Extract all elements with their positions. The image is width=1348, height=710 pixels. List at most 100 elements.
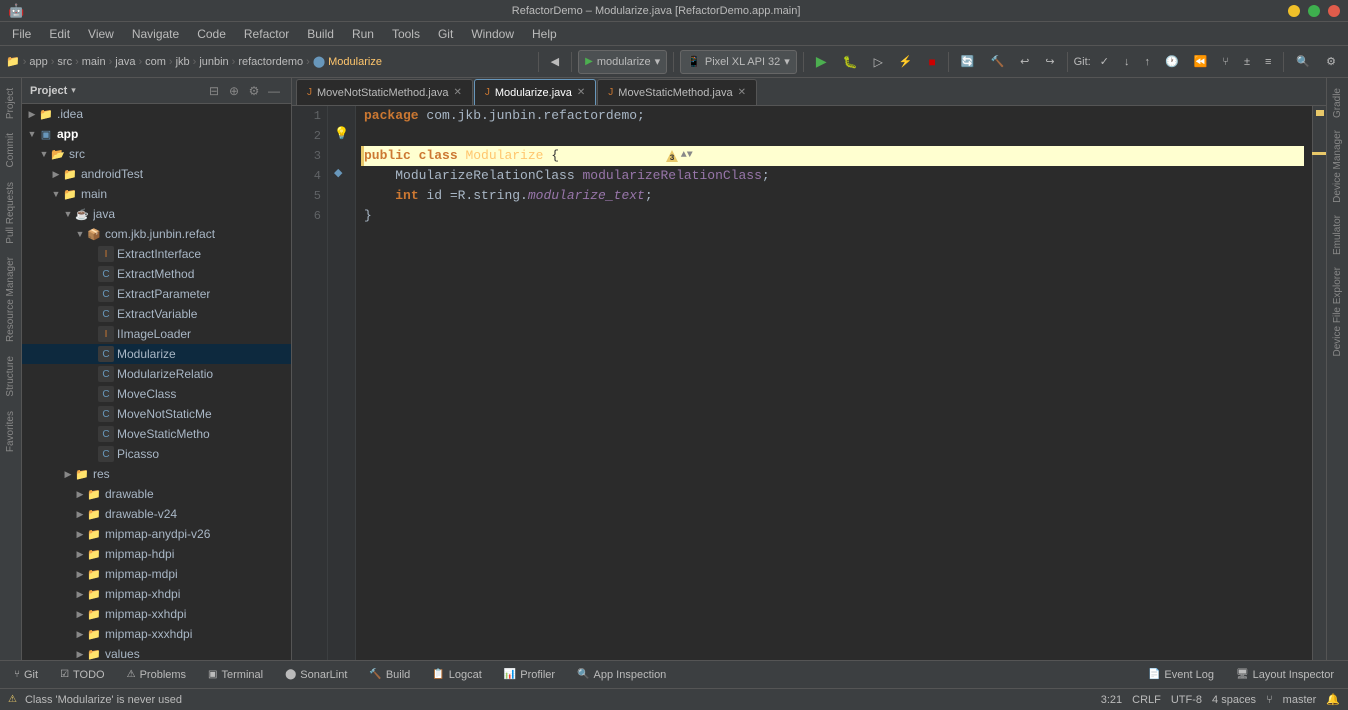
tree-item-androidtest[interactable]: ▶ 📁 androidTest xyxy=(22,164,291,184)
tab-modularize[interactable]: J Modularize.java ✕ xyxy=(474,79,596,105)
git-push-button[interactable]: ↑ xyxy=(1138,50,1156,74)
bulb-icon[interactable]: 💡 xyxy=(334,126,349,140)
tree-item-extractvariable[interactable]: C ExtractVariable xyxy=(22,304,291,324)
tree-item-java[interactable]: ▼ ☕ java xyxy=(22,204,291,224)
bottom-tab-logcat[interactable]: 📋 Logcat xyxy=(422,663,491,687)
editor-scrollbar[interactable] xyxy=(1312,106,1326,660)
settings-gear-button[interactable]: — xyxy=(265,82,283,100)
tree-item-mipmap-hdpi[interactable]: ▶ 📁 mipmap-hdpi xyxy=(22,544,291,564)
gradle-panel-toggle[interactable]: Gradle xyxy=(1330,82,1345,124)
bc-main[interactable]: main xyxy=(82,56,106,68)
close-button[interactable] xyxy=(1328,5,1340,17)
line-ending[interactable]: CRLF xyxy=(1132,694,1161,706)
bottom-tab-eventlog[interactable]: 📄 Event Log xyxy=(1138,663,1224,687)
minimize-button[interactable] xyxy=(1288,5,1300,17)
code-content[interactable]: package com.jkb.junbin.refactordemo; pub… xyxy=(356,106,1312,660)
options-button[interactable]: ⚙ xyxy=(245,82,263,100)
git-branch-name[interactable]: master xyxy=(1283,694,1317,706)
menu-navigate[interactable]: Navigate xyxy=(124,25,187,43)
menu-refactor[interactable]: Refactor xyxy=(236,25,297,43)
tree-item-src[interactable]: ▼ 📂 src xyxy=(22,144,291,164)
maximize-button[interactable] xyxy=(1308,5,1320,17)
bc-app[interactable]: app xyxy=(29,56,47,68)
settings-button[interactable]: ⚙ xyxy=(1320,50,1342,74)
debug-button[interactable]: 🐛 xyxy=(837,50,864,74)
git-diff-button[interactable]: ± xyxy=(1238,50,1256,74)
tree-item-main[interactable]: ▼ 📁 main xyxy=(22,184,291,204)
tree-item-mipmap-mdpi[interactable]: ▶ 📁 mipmap-mdpi xyxy=(22,564,291,584)
bc-jkb[interactable]: jkb xyxy=(176,56,190,68)
tab-close-1[interactable]: ✕ xyxy=(453,87,461,98)
git-commit-button[interactable]: ✓ xyxy=(1094,50,1115,74)
menu-help[interactable]: Help xyxy=(524,25,565,43)
menu-edit[interactable]: Edit xyxy=(41,25,78,43)
menu-view[interactable]: View xyxy=(80,25,122,43)
tree-item-extractparameter[interactable]: C ExtractParameter xyxy=(22,284,291,304)
run-button[interactable]: ▶ xyxy=(810,50,833,74)
tree-item-iimageloader[interactable]: I IImageLoader xyxy=(22,324,291,344)
sync-button[interactable]: 🔄 xyxy=(955,50,981,74)
bottom-tab-git[interactable]: ⑂ Git xyxy=(4,663,48,687)
bottom-tab-problems[interactable]: ⚠ Problems xyxy=(117,663,196,687)
indent[interactable]: 4 spaces xyxy=(1212,694,1256,706)
tree-item-mipmap-xhdpi[interactable]: ▶ 📁 mipmap-xhdpi xyxy=(22,584,291,604)
menu-file[interactable]: File xyxy=(4,25,39,43)
favorites-toggle[interactable]: Favorites xyxy=(3,405,18,458)
build-button[interactable]: 🔨 xyxy=(984,50,1010,74)
tree-item-picasso[interactable]: C Picasso xyxy=(22,444,291,464)
project-panel-toggle[interactable]: Project xyxy=(3,82,18,125)
profile-button[interactable]: ⚡ xyxy=(893,50,919,74)
bottom-tab-sonarlint[interactable]: ⬤ SonarLint xyxy=(275,663,357,687)
tree-item-modularizerelation[interactable]: C ModularizeRelatio xyxy=(22,364,291,384)
tree-item-drawable-v24[interactable]: ▶ 📁 drawable-v24 xyxy=(22,504,291,524)
stop-button[interactable]: ■ xyxy=(923,50,942,74)
bottom-tab-layoutinspector[interactable]: 🖥 Layout Inspector xyxy=(1226,663,1344,687)
tree-item-movenotstaticme[interactable]: C MoveNotStaticMe xyxy=(22,404,291,424)
menu-run[interactable]: Run xyxy=(344,25,382,43)
tree-item-extractinterface[interactable]: I ExtractInterface xyxy=(22,244,291,264)
bc-com[interactable]: com xyxy=(145,56,166,68)
tab-movenotstaticmethod[interactable]: J MoveNotStaticMethod.java ✕ xyxy=(296,79,473,105)
structure-toggle[interactable]: Structure xyxy=(3,350,18,403)
tab-close-2[interactable]: ✕ xyxy=(577,87,585,98)
menu-build[interactable]: Build xyxy=(299,25,342,43)
notifications-icon[interactable]: 🔔 xyxy=(1326,693,1340,706)
bc-junbin[interactable]: junbin xyxy=(199,56,228,68)
git-branch-button[interactable]: ⑂ xyxy=(1216,50,1235,74)
git-update-button[interactable]: ↓ xyxy=(1118,50,1136,74)
tree-item-movestaticmetho[interactable]: C MoveStaticMetho xyxy=(22,424,291,444)
redo-button[interactable]: ↪ xyxy=(1039,50,1060,74)
menu-window[interactable]: Window xyxy=(463,25,522,43)
bottom-tab-terminal[interactable]: ▣ Terminal xyxy=(198,663,273,687)
encoding[interactable]: UTF-8 xyxy=(1171,694,1202,706)
device-manager-toggle[interactable]: Device Manager xyxy=(1330,124,1345,209)
tree-item-mipmap-anydpi[interactable]: ▶ 📁 mipmap-anydpi-v26 xyxy=(22,524,291,544)
collapse-all-button[interactable]: ⊟ xyxy=(205,82,223,100)
menu-git[interactable]: Git xyxy=(430,25,461,43)
tree-item-app[interactable]: ▼ ▣ app xyxy=(22,124,291,144)
cursor-position[interactable]: 3:21 xyxy=(1101,694,1122,706)
tree-item-modularize[interactable]: C Modularize xyxy=(22,344,291,364)
bottom-tab-todo[interactable]: ☑ TODO xyxy=(50,663,115,687)
locate-file-button[interactable]: ⊕ xyxy=(225,82,243,100)
tree-item-mipmap-xxhdpi[interactable]: ▶ 📁 mipmap-xxhdpi xyxy=(22,604,291,624)
tree-item-mipmap-xxxhdpi[interactable]: ▶ 📁 mipmap-xxxhdpi xyxy=(22,624,291,644)
device-dropdown[interactable]: 📱 Pixel XL API 32 ▾ xyxy=(680,50,797,74)
pull-requests-toggle[interactable]: Pull Requests xyxy=(3,176,18,250)
tree-item-res[interactable]: ▶ 📁 res xyxy=(22,464,291,484)
search-everywhere-button[interactable]: 🔍 xyxy=(1290,50,1316,74)
emulator-toggle[interactable]: Emulator xyxy=(1330,209,1345,261)
menu-code[interactable]: Code xyxy=(189,25,234,43)
resource-manager-toggle[interactable]: Resource Manager xyxy=(3,251,18,348)
bc-refactordemo[interactable]: refactordemo xyxy=(238,56,303,68)
bottom-tab-profiler[interactable]: 📊 Profiler xyxy=(494,663,565,687)
bc-java[interactable]: java xyxy=(115,56,135,68)
tree-item-package[interactable]: ▼ 📦 com.jkb.junbin.refact xyxy=(22,224,291,244)
tab-close-3[interactable]: ✕ xyxy=(738,87,746,98)
commit-panel-toggle[interactable]: Commit xyxy=(3,127,18,173)
bottom-tab-inspection[interactable]: 🔍 App Inspection xyxy=(567,663,676,687)
bc-src[interactable]: src xyxy=(57,56,72,68)
undo-button[interactable]: ↩ xyxy=(1014,50,1035,74)
tree-item-idea[interactable]: ▶ 📁 .idea xyxy=(22,104,291,124)
git-rollback-button[interactable]: ⏪ xyxy=(1188,50,1214,74)
